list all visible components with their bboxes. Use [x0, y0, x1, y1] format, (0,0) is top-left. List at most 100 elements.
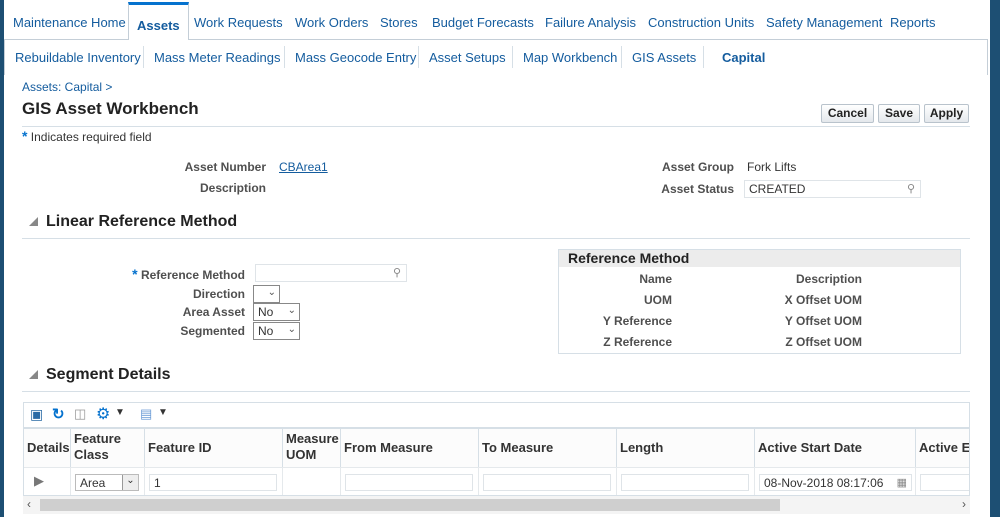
column-header[interactable]: Feature Class	[71, 429, 145, 467]
top-tabs: Maintenance Home Assets Work Requests Wo…	[4, 0, 990, 40]
length-input[interactable]	[621, 474, 749, 491]
caret-down-icon[interactable]: ▼	[158, 407, 168, 418]
calendar-icon[interactable]: ▦	[897, 476, 907, 489]
scroll-right-icon[interactable]: ›	[962, 497, 966, 511]
tab-safety-management[interactable]: Safety Management	[766, 15, 882, 30]
column-header[interactable]: Length	[617, 429, 755, 467]
subtab-gis-assets[interactable]: GIS Assets	[632, 50, 696, 65]
tab-failure-analysis[interactable]: Failure Analysis	[545, 15, 636, 30]
caret-down-icon[interactable]: ▼	[115, 407, 125, 418]
column-header[interactable]: Active E	[916, 429, 969, 467]
subtab-mass-meter-readings[interactable]: Mass Meter Readings	[154, 50, 280, 65]
column-header[interactable]: From Measure	[341, 429, 479, 467]
from-measure-cell	[341, 467, 479, 495]
required-star-icon: *	[22, 128, 28, 144]
details-cell[interactable]: ▶	[24, 467, 71, 495]
apply-button[interactable]: Apply	[924, 104, 969, 123]
breadcrumb[interactable]: Assets: Capital >	[22, 80, 112, 94]
feature-id-input[interactable]: 1	[149, 474, 277, 491]
expand-row-icon[interactable]: ▶	[34, 473, 44, 489]
asset-number-link[interactable]: CBArea1	[279, 160, 328, 174]
detach-icon[interactable]: ▣	[30, 406, 43, 423]
feature-class-select[interactable]: Area ⌄	[75, 474, 139, 491]
column-header[interactable]: Feature ID	[145, 429, 283, 467]
chevron-down-icon: ⌄	[122, 475, 138, 490]
divider	[143, 46, 144, 68]
scrollbar-thumb[interactable]	[40, 499, 780, 511]
divider	[284, 46, 285, 68]
reference-method-label: * Reference Method	[132, 266, 245, 282]
subtab-mass-geocode-entry[interactable]: Mass Geocode Entry	[295, 50, 416, 65]
description-label: Description	[199, 181, 266, 195]
to-measure-input[interactable]	[483, 474, 611, 491]
table-toolbar: ▣ ↻ ◫ ⚙ ▼ ▤ ▼	[23, 402, 970, 428]
collapse-icon[interactable]	[29, 217, 38, 226]
active-end-date-cell	[916, 467, 969, 495]
tab-construction-units[interactable]: Construction Units	[648, 15, 754, 30]
asset-number-label: Asset Number	[184, 160, 266, 174]
asset-status-value: CREATED	[749, 182, 806, 196]
chevron-down-icon: ⌄	[287, 324, 296, 335]
subtab-asset-setups[interactable]: Asset Setups	[429, 50, 506, 65]
tab-budget-forecasts[interactable]: Budget Forecasts	[432, 15, 534, 30]
columns-icon[interactable]: ▤	[140, 406, 152, 422]
measure-uom-cell	[283, 467, 341, 495]
column-header[interactable]: Measure UOM	[283, 429, 341, 467]
active-start-date-input[interactable]: 08-Nov-2018 08:17:06	[759, 474, 912, 491]
ref-label: Y Reference	[602, 314, 672, 328]
window-frame-left	[0, 0, 4, 517]
divider	[22, 391, 970, 392]
window-frame-right	[990, 0, 1000, 517]
scroll-left-icon[interactable]: ‹	[27, 497, 31, 511]
tab-maintenance-home[interactable]: Maintenance Home	[13, 15, 126, 30]
divider	[22, 126, 970, 127]
asset-group-value: Fork Lifts	[747, 160, 797, 174]
tab-work-orders[interactable]: Work Orders	[295, 15, 368, 30]
direction-select[interactable]: ⌄	[253, 285, 280, 303]
ref-label: X Offset UOM	[784, 293, 862, 307]
subtab-map-workbench[interactable]: Map Workbench	[523, 50, 617, 65]
subtab-capital[interactable]: Capital	[722, 50, 765, 65]
section-segment-details[interactable]: Segment Details	[29, 366, 170, 384]
required-note-text: Indicates required field	[30, 130, 152, 144]
search-icon[interactable]: ⚲	[393, 266, 401, 279]
collapse-icon[interactable]	[29, 370, 38, 379]
area-asset-select[interactable]: No ⌄	[253, 303, 300, 321]
column-header[interactable]: To Measure	[479, 429, 617, 467]
page-title: GIS Asset Workbench	[22, 99, 199, 118]
gear-icon[interactable]: ⚙	[96, 404, 110, 424]
reference-method-box-title: Reference Method	[559, 250, 960, 267]
tab-reports[interactable]: Reports	[890, 15, 936, 30]
feature-class-cell: Area ⌄	[71, 467, 145, 495]
refresh-icon[interactable]: ↻	[52, 405, 65, 423]
ref-label: Name	[639, 272, 672, 286]
asset-status-label: Asset Status	[661, 182, 734, 196]
ref-label: Y Offset UOM	[784, 314, 862, 328]
cancel-button[interactable]: Cancel	[821, 104, 874, 123]
from-measure-input[interactable]	[345, 474, 473, 491]
segmented-label: Segmented	[180, 324, 245, 338]
tab-stores[interactable]: Stores	[380, 15, 418, 30]
column-header[interactable]: Active Start Date	[755, 429, 916, 467]
asset-group-label: Asset Group	[661, 160, 734, 174]
segment-table: Details Feature Class Feature ID Measure…	[23, 428, 970, 496]
reference-method-box: Reference Method Name Description UOM X …	[558, 249, 961, 354]
direction-label: Direction	[192, 287, 245, 301]
divider	[621, 46, 622, 68]
section-linear-reference-method[interactable]: Linear Reference Method	[29, 213, 237, 231]
segmented-select[interactable]: No ⌄	[253, 322, 300, 340]
reference-method-input[interactable]: ⚲	[255, 264, 407, 282]
save-button[interactable]: Save	[878, 104, 920, 123]
ref-label: Description	[795, 272, 862, 286]
tab-work-requests[interactable]: Work Requests	[194, 15, 283, 30]
wrap-icon[interactable]: ◫	[74, 406, 86, 422]
search-icon[interactable]: ⚲	[907, 182, 915, 195]
ref-label: UOM	[644, 293, 672, 307]
sub-tabs: Rebuildable Inventory Mass Meter Reading…	[4, 39, 988, 75]
divider	[418, 46, 419, 68]
column-header[interactable]: Details	[24, 429, 71, 467]
active-end-date-input[interactable]	[920, 474, 969, 491]
asset-status-input[interactable]: CREATED ⚲	[744, 180, 921, 198]
subtab-rebuildable-inventory[interactable]: Rebuildable Inventory	[15, 50, 141, 65]
tab-assets[interactable]: Assets	[128, 2, 189, 40]
